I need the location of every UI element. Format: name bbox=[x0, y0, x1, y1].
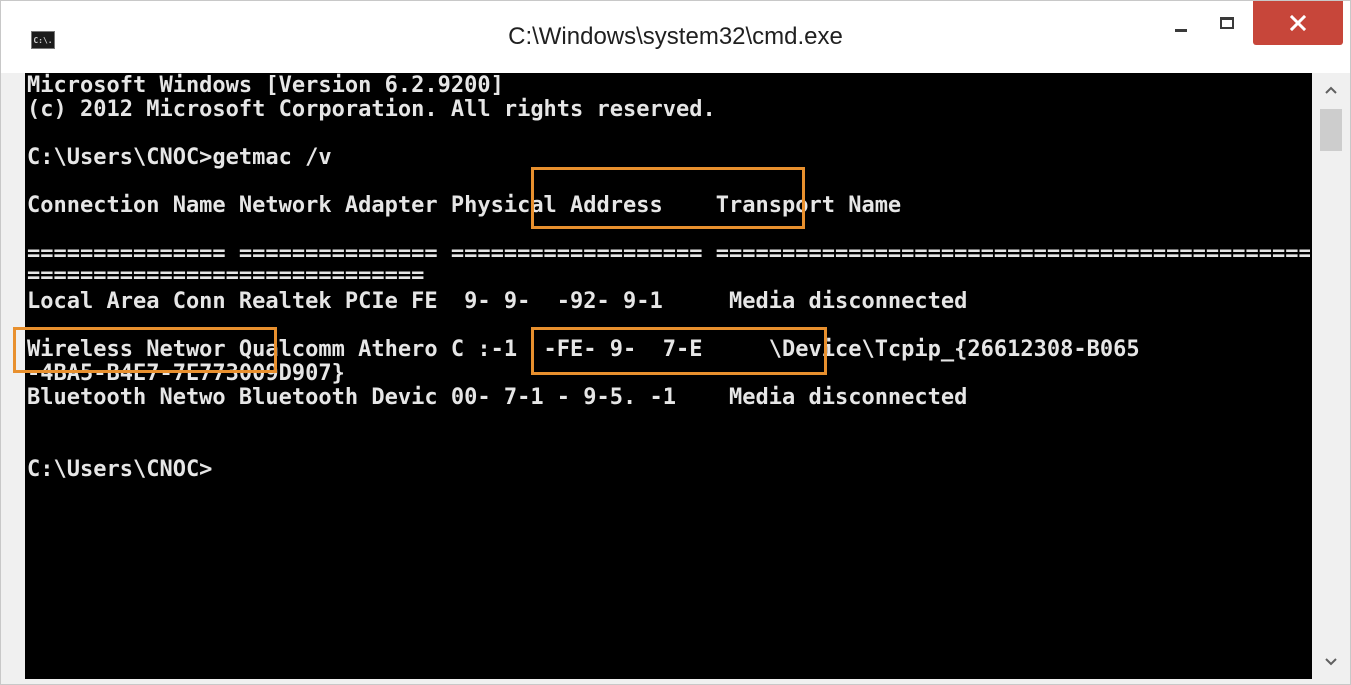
maximize-button[interactable] bbox=[1207, 1, 1247, 45]
console-line: Microsoft Windows [Version 6.2.9200] bbox=[27, 73, 504, 98]
table-row: Bluetooth Netwo Bluetooth Devic 00- ​7-1… bbox=[27, 385, 968, 410]
physical-address-header-highlight bbox=[531, 167, 805, 229]
close-button[interactable] bbox=[1253, 1, 1343, 45]
wireless-mac-address-highlight bbox=[531, 327, 827, 375]
minimize-button[interactable] bbox=[1161, 1, 1201, 45]
window-title: C:\Windows\system32\cmd.exe bbox=[508, 23, 843, 50]
title-bar[interactable]: C:\. C:\Windows\system32\cmd.exe bbox=[1, 1, 1350, 73]
chevron-up-icon bbox=[1325, 86, 1337, 94]
chevron-down-icon bbox=[1325, 658, 1337, 666]
scroll-down-button[interactable] bbox=[1312, 645, 1350, 679]
cmd-window: C:\. C:\Windows\system32\cmd.exe Microso… bbox=[0, 0, 1351, 685]
wireless-connection-name-highlight bbox=[13, 327, 277, 373]
table-row: Local Area Conn Realtek PCIe FE ​ 9- ​9-… bbox=[27, 289, 968, 314]
maximize-icon bbox=[1220, 17, 1234, 29]
close-icon bbox=[1290, 15, 1306, 31]
command-prompt[interactable]: C:\Users\CNOC> bbox=[27, 457, 212, 482]
console-line: (c) 2012 Microsoft Corporation. All righ… bbox=[27, 97, 716, 122]
scroll-up-button[interactable] bbox=[1312, 73, 1350, 107]
scrollbar-thumb[interactable] bbox=[1320, 109, 1342, 151]
console-line: C:\Users\CNOC>getmac /v bbox=[27, 145, 332, 170]
vertical-scrollbar[interactable] bbox=[1312, 73, 1350, 679]
separator-line: ============================== bbox=[27, 263, 425, 288]
console-output[interactable]: Microsoft Windows [Version 6.2.9200] (c)… bbox=[25, 73, 1312, 679]
minimize-icon bbox=[1175, 28, 1187, 32]
